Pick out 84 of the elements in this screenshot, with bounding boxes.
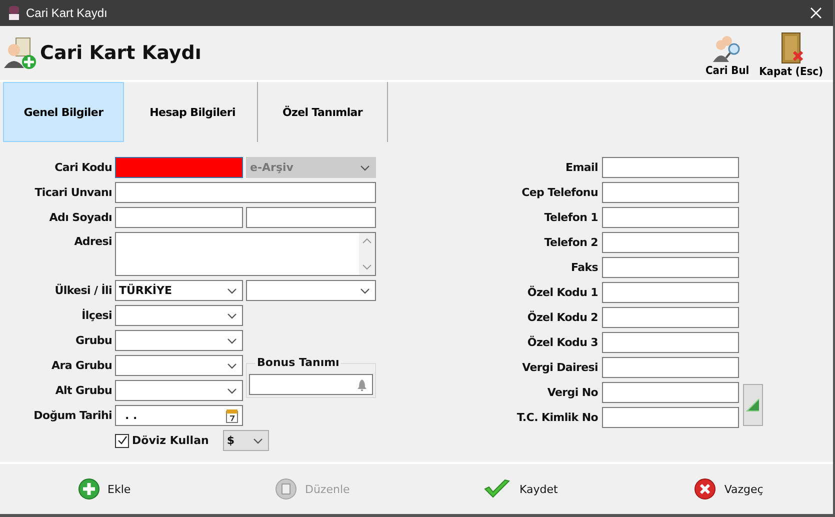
user-add-icon [4, 36, 38, 70]
field-label: Doğum Tarihi [32, 409, 112, 422]
dropdown-value: $ [226, 434, 234, 447]
field-label: Özel Kodu 1 [526, 286, 598, 299]
caret-icon [359, 162, 371, 172]
triangle-icon [746, 398, 760, 412]
input-field[interactable] [115, 182, 376, 203]
footer-button[interactable]: Kaydet [416, 477, 625, 501]
tab[interactable]: Genel Bilgiler [3, 82, 124, 142]
input-field[interactable] [602, 357, 739, 378]
verify-button[interactable] [743, 384, 763, 426]
field-label: Ara Grubu [50, 359, 112, 372]
footer-button[interactable]: Ekle [0, 477, 208, 501]
input-field[interactable] [602, 407, 739, 428]
field-label: Vergi Dairesi [521, 361, 598, 374]
input-field[interactable] [602, 332, 739, 353]
dropdown[interactable]: $ [222, 430, 269, 451]
dropdown[interactable] [115, 330, 243, 351]
close-icon [810, 7, 822, 19]
date-field[interactable]: . . [115, 405, 243, 426]
toolbar-button[interactable]: Cari Bul [702, 33, 754, 77]
field-label: Adresi [73, 234, 112, 248]
caret-icon [226, 386, 238, 396]
cancel-icon [694, 478, 716, 500]
toolbar-button[interactable]: Kapat (Esc) [755, 32, 827, 78]
input-field[interactable] [602, 382, 739, 403]
input-field[interactable] [602, 207, 739, 228]
caret-icon [359, 286, 371, 296]
checkbox[interactable]: Döviz Kullan [115, 434, 209, 448]
footer-button[interactable]: Vazgeç [624, 477, 833, 501]
field-label: Cep Telefonu [520, 186, 598, 199]
checkmark-icon [483, 478, 512, 500]
field-label: Cari Kodu [54, 161, 112, 174]
scroll-up-icon [362, 237, 372, 245]
caret-icon [226, 360, 238, 370]
page-title: Cari Kart Kaydı [40, 42, 202, 64]
scroll-down-icon [362, 263, 372, 271]
input-field[interactable] [602, 182, 739, 203]
field-label: Telefon 2 [543, 236, 598, 249]
caret-icon [226, 336, 238, 346]
input-field[interactable] [246, 207, 376, 228]
people-search-icon [712, 33, 742, 63]
dropdown[interactable] [246, 280, 376, 301]
window-title: Cari Kart Kaydı [26, 6, 108, 20]
check-icon [116, 435, 128, 446]
field-label: İlçesi [80, 309, 112, 322]
input-field[interactable] [249, 374, 373, 395]
field-label: Özel Kodu 2 [526, 311, 598, 324]
input-field[interactable] [602, 282, 739, 303]
caret-icon [226, 286, 238, 296]
field-label: Özel Kodu 3 [526, 336, 598, 349]
input-field[interactable] [115, 207, 243, 228]
dropdown-value: e-Arşiv [250, 161, 294, 174]
field-label: Ticari Unvanı [34, 186, 112, 199]
dropdown[interactable]: TÜRKİYE [115, 280, 243, 301]
input-field[interactable] [602, 257, 739, 278]
calendar-icon [226, 408, 238, 422]
dropdown[interactable] [115, 305, 243, 326]
field-label: Grubu [74, 334, 112, 347]
input-field[interactable] [602, 157, 739, 178]
app-icon [8, 6, 20, 20]
field-label: Adı Soyadı [48, 211, 112, 224]
edit-icon [274, 478, 297, 500]
field-label: Faks [570, 261, 598, 274]
text-area[interactable] [115, 232, 376, 276]
dropdown-value: TÜRKİYE [119, 284, 172, 297]
dropdown[interactable] [115, 380, 243, 401]
field-label: T.C. Kimlik No [516, 411, 598, 424]
plus-icon [78, 478, 100, 500]
field-label: Email [564, 161, 598, 174]
caret-icon [226, 310, 238, 320]
group-title: Bonus Tanımı [255, 356, 342, 369]
input-field[interactable] [602, 307, 739, 328]
caret-icon [252, 436, 264, 446]
field-label: Ülkesi / İli [54, 284, 112, 297]
dropdown[interactable] [115, 355, 243, 376]
field-label: Alt Grubu [54, 384, 112, 397]
field-label: Vergi No [546, 386, 598, 399]
bell-icon [357, 378, 367, 390]
field-label: Telefon 1 [543, 211, 598, 224]
date-value: . . [124, 409, 138, 422]
scroll-bar[interactable] [359, 233, 375, 275]
input-field[interactable] [602, 232, 739, 253]
input-field[interactable] [115, 157, 243, 178]
